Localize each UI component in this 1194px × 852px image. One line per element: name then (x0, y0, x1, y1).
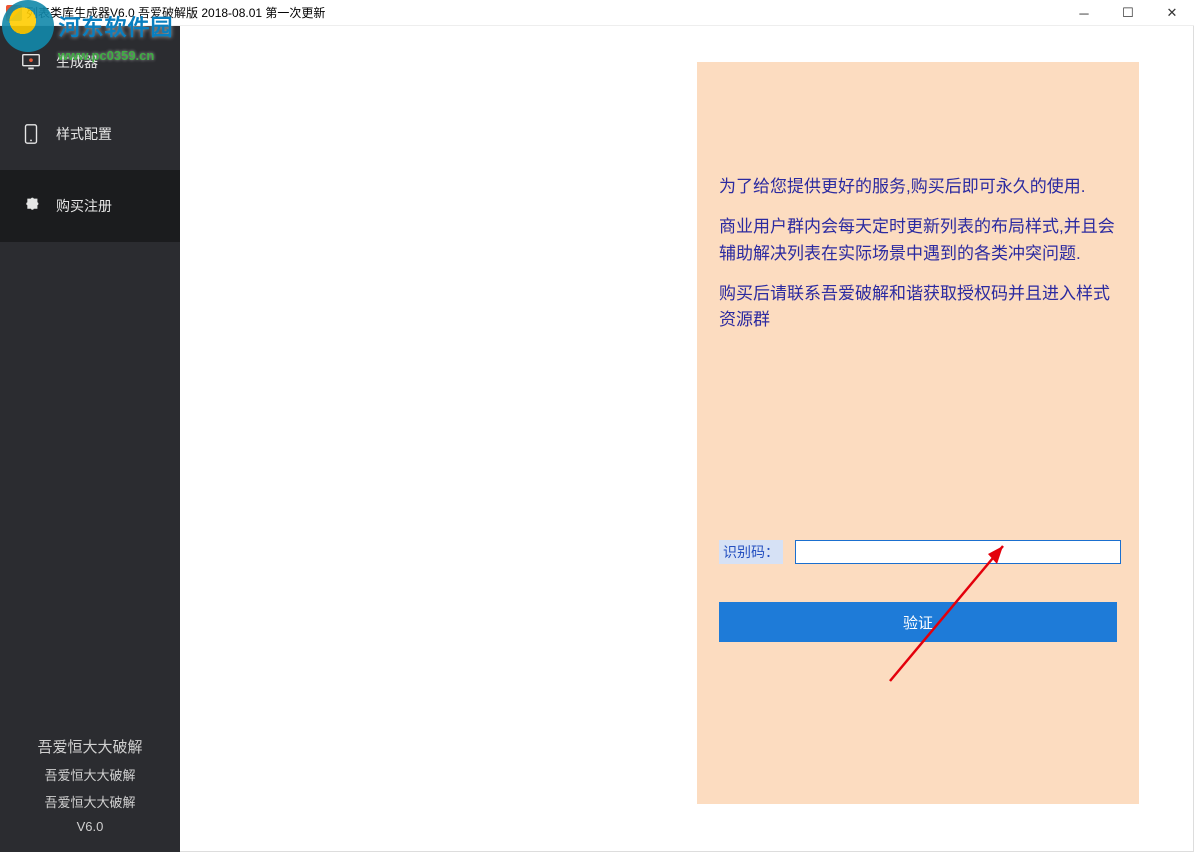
footer-credit-2: 吾爱恒大大破解 (0, 765, 180, 784)
sidebar: 生成器 样式配置 购买注册 吾爱恒大大破解 吾爱恒大大破解 吾爱恒大大破解 V6… (0, 26, 180, 852)
verify-button[interactable]: 验证 (719, 602, 1117, 642)
sidebar-item-purchase[interactable]: 购买注册 (0, 170, 180, 242)
id-code-row: 识别码： (719, 540, 1121, 564)
purchase-panel: 为了给您提供更好的服务,购买后即可永久的使用. 商业用户群内会每天定时更新列表的… (697, 62, 1139, 804)
purchase-message: 为了给您提供更好的服务,购买后即可永久的使用. 商业用户群内会每天定时更新列表的… (719, 174, 1117, 334)
sidebar-item-label: 样式配置 (56, 124, 112, 144)
monitor-icon (20, 51, 42, 73)
footer-version: V6.0 (0, 819, 180, 834)
msg-para-2: 商业用户群内会每天定时更新列表的布局样式,并且会辅助解决列表在实际场景中遇到的各… (719, 214, 1117, 267)
msg-para-1: 为了给您提供更好的服务,购买后即可永久的使用. (719, 174, 1117, 200)
window-title: 列表类库生成器V6.0 吾爱破解版 2018-08.01 第一次更新 (26, 4, 325, 21)
app-icon (6, 5, 22, 21)
verify-button-label: 验证 (903, 612, 933, 633)
minimize-button[interactable]: ─ (1062, 0, 1106, 26)
id-code-input[interactable] (795, 540, 1121, 564)
footer-credit-3: 吾爱恒大大破解 (0, 792, 180, 811)
msg-para-3: 购买后请联系吾爱破解和谐获取授权码并且进入样式资源群 (719, 281, 1117, 334)
puzzle-icon (20, 195, 42, 217)
window-controls: ─ ☐ ✕ (1062, 0, 1194, 26)
footer-credit-1: 吾爱恒大大破解 (0, 736, 180, 757)
sidebar-item-label: 生成器 (56, 52, 98, 72)
sidebar-item-generator[interactable]: 生成器 (0, 26, 180, 98)
id-code-label: 识别码： (719, 540, 783, 564)
close-button[interactable]: ✕ (1150, 0, 1194, 26)
sidebar-item-style[interactable]: 样式配置 (0, 98, 180, 170)
content-area: 为了给您提供更好的服务,购买后即可永久的使用. 商业用户群内会每天定时更新列表的… (180, 26, 1194, 852)
sidebar-footer: 吾爱恒大大破解 吾爱恒大大破解 吾爱恒大大破解 V6.0 (0, 728, 180, 852)
titlebar: 列表类库生成器V6.0 吾爱破解版 2018-08.01 第一次更新 ─ ☐ ✕ (0, 0, 1194, 26)
phone-icon (20, 123, 42, 145)
sidebar-item-label: 购买注册 (56, 196, 112, 216)
maximize-button[interactable]: ☐ (1106, 0, 1150, 26)
